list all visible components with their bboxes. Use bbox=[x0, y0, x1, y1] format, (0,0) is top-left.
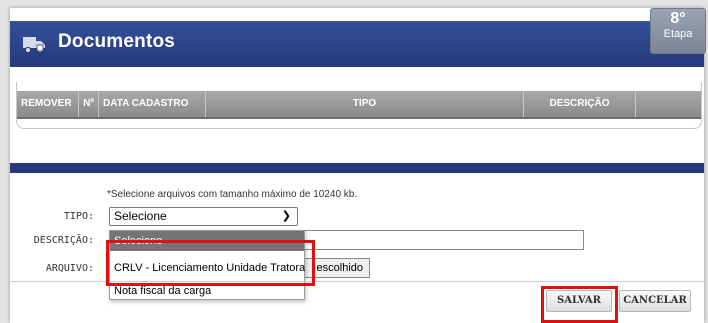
table-header: REMOVER Nº DATA CADASTRO TIPO DESCRIÇÃO bbox=[17, 91, 701, 119]
chevron-down-icon: ❯ bbox=[281, 210, 291, 222]
stage-badge: 8° Etapa bbox=[650, 8, 706, 54]
highlight-box-crlv bbox=[106, 240, 315, 286]
stage-label: Etapa bbox=[663, 28, 693, 40]
file-chooser-text: escolhido bbox=[316, 262, 363, 274]
section-divider-band bbox=[10, 163, 704, 173]
documents-table: REMOVER Nº DATA CADASTRO TIPO DESCRIÇÃO bbox=[16, 82, 702, 129]
cancel-button[interactable]: CANCELAR bbox=[619, 290, 691, 312]
highlight-box-save bbox=[541, 286, 618, 323]
panel-header: Documentos bbox=[10, 21, 704, 67]
truck-document-icon bbox=[23, 37, 45, 54]
page-title: Documentos bbox=[58, 31, 176, 52]
column-remover: REMOVER bbox=[17, 91, 79, 117]
documents-panel: Documentos 8° Etapa REMOVER Nº DATA CADA… bbox=[10, 8, 706, 323]
column-empty bbox=[636, 91, 701, 117]
arquivo-label: ARQUIVO: bbox=[45, 263, 94, 274]
tipo-label: TIPO: bbox=[63, 211, 94, 222]
column-number: Nº bbox=[79, 91, 99, 117]
file-size-note: *Selecione arquivos com tamanho máximo d… bbox=[107, 189, 358, 200]
tipo-select[interactable]: Selecione ❯ bbox=[109, 207, 298, 226]
column-tipo: TIPO bbox=[206, 91, 524, 117]
column-data-cadastro: DATA CADASTRO bbox=[99, 91, 206, 117]
descricao-label: DESCRIÇÃO: bbox=[33, 235, 94, 246]
stage-number: 8° bbox=[670, 10, 686, 27]
tipo-select-value: Selecione bbox=[114, 209, 167, 223]
column-descricao: DESCRIÇÃO bbox=[524, 91, 636, 117]
